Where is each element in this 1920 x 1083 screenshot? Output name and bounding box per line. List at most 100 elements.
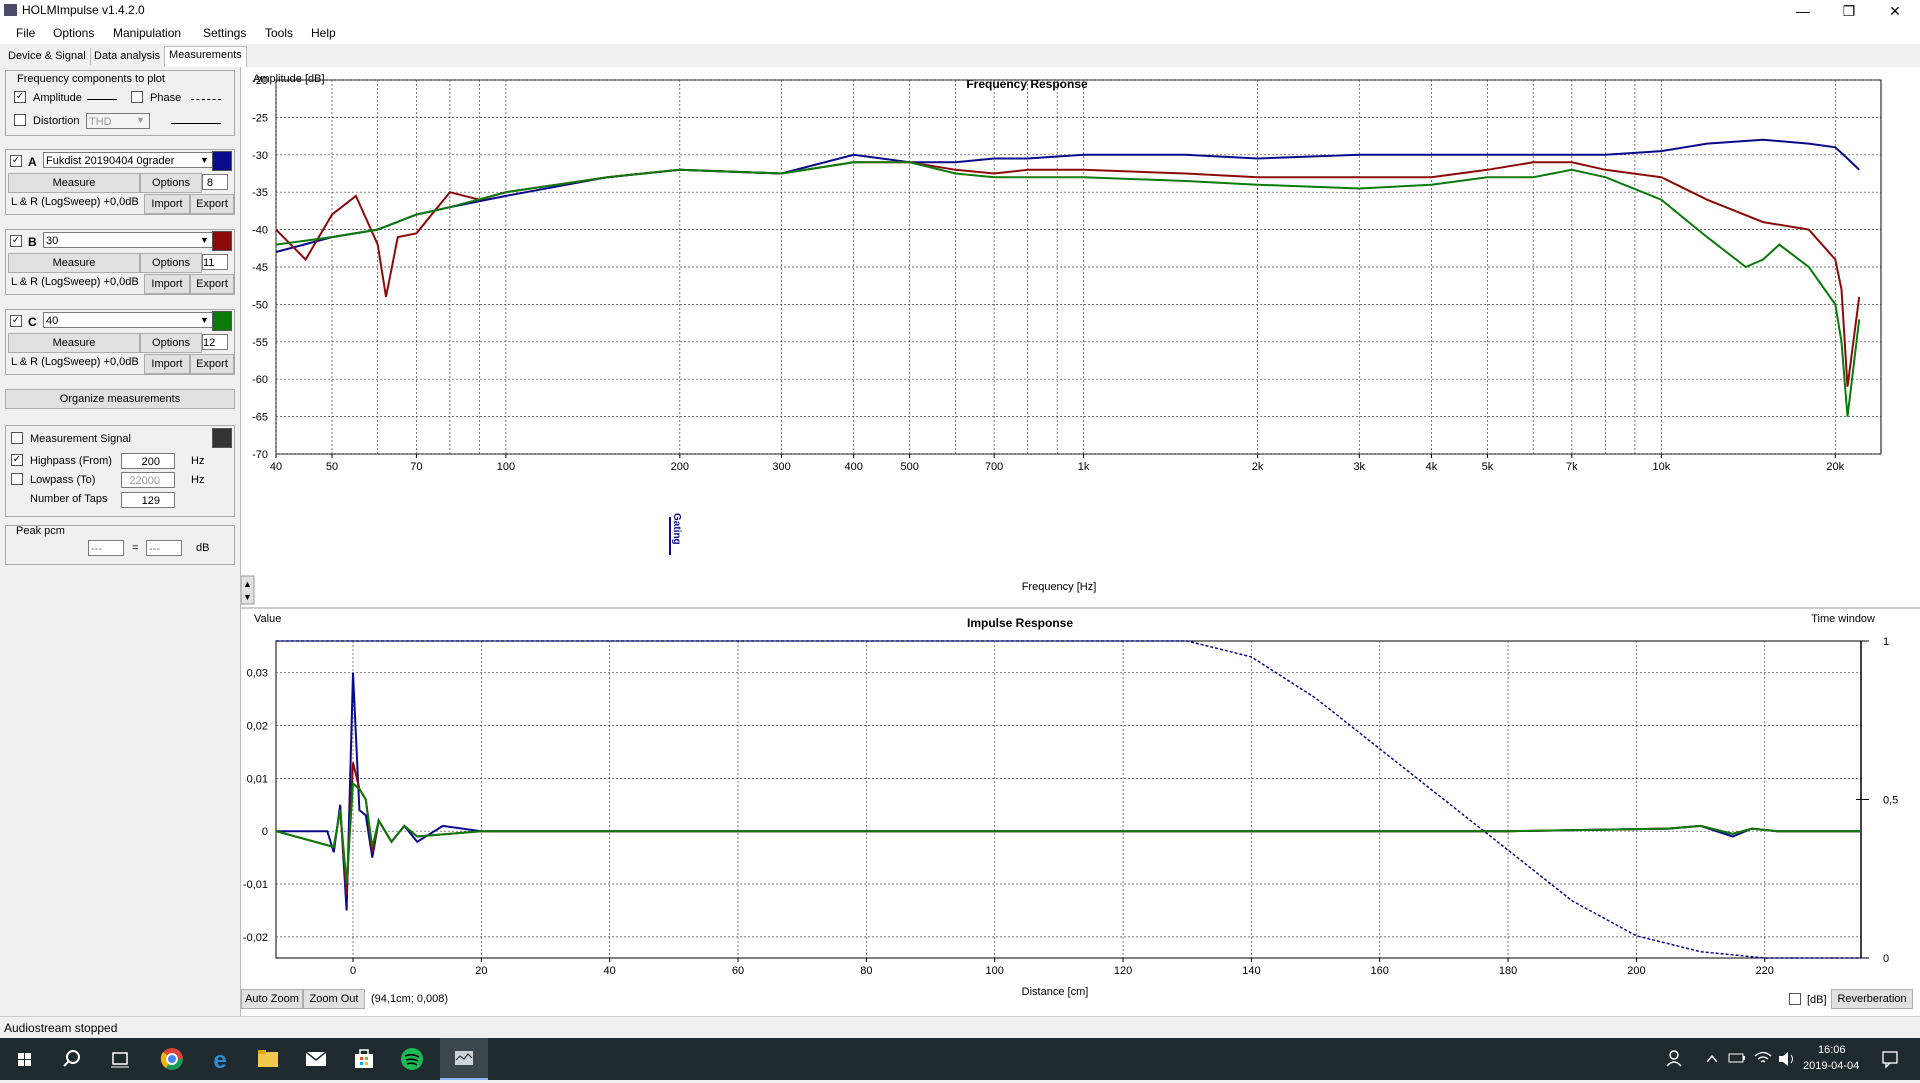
measurement-c-signal: L & R (LogSweep) +0,0dB: [11, 356, 139, 368]
store-icon[interactable]: [340, 1038, 388, 1080]
spotify-icon[interactable]: [388, 1038, 436, 1080]
minimize-button[interactable]: —: [1780, 0, 1826, 22]
menu-tools[interactable]: Tools: [265, 26, 293, 40]
chevron-up-icon[interactable]: [1702, 1038, 1722, 1080]
arrow-down-icon[interactable]: ▼: [243, 592, 252, 602]
amplitude-line-sample: [87, 99, 117, 100]
highpass-unit: Hz: [191, 455, 205, 467]
chevron-down-icon[interactable]: ▼: [200, 315, 209, 325]
arrow-up-icon[interactable]: ▲: [243, 579, 252, 589]
measurement-c-import-button[interactable]: Import: [144, 354, 190, 374]
tab-device-signal[interactable]: Device & Signal: [4, 48, 91, 65]
wifi-icon[interactable]: [1752, 1038, 1774, 1080]
freq-ytick-label: -45: [252, 262, 268, 274]
measurement-b-import-button[interactable]: Import: [144, 274, 190, 294]
peak-equals: =: [132, 542, 139, 554]
measurement-c-measure-button[interactable]: Measure: [8, 333, 140, 353]
impulse-ytick-label: 0,01: [247, 773, 268, 785]
menu-options[interactable]: Options: [53, 26, 94, 40]
measurement-c-checkbox[interactable]: ✓: [10, 315, 22, 327]
edge-icon[interactable]: e: [196, 1038, 244, 1080]
volume-icon[interactable]: [1776, 1038, 1798, 1080]
measurement-b-export-button[interactable]: Export: [190, 274, 234, 294]
freq-components-title: Frequency components to plot: [17, 73, 165, 85]
left-panel: Frequency components to plot ✓ Amplitude…: [0, 67, 241, 1027]
tab-data-analysis[interactable]: Data analysis: [90, 48, 166, 65]
measurement-c-spin[interactable]: 12: [202, 334, 228, 350]
menu-manipulation[interactable]: Manipulation: [113, 26, 181, 40]
measurement-b-options-button[interactable]: Options: [140, 253, 202, 273]
phase-line-sample: [191, 99, 221, 100]
task-view-icon[interactable]: [96, 1038, 144, 1080]
amplitude-checkbox[interactable]: ✓: [14, 91, 26, 103]
highpass-checkbox[interactable]: ✓: [11, 454, 23, 466]
maximize-button[interactable]: ❐: [1826, 0, 1872, 22]
measurement-signal-color[interactable]: [212, 428, 232, 448]
impulse-xtick-label: 20: [475, 965, 487, 977]
lowpass-input[interactable]: 22000: [121, 472, 175, 488]
chevron-down-icon[interactable]: ▼: [200, 155, 209, 165]
reverberation-button[interactable]: Reverberation: [1831, 989, 1913, 1009]
measurement-a-group: ✓ A Fukdist 20190404 0grader ▼ Measure O…: [5, 149, 235, 215]
measurement-c-options-button[interactable]: Options: [140, 333, 202, 353]
db-label: [dB]: [1807, 994, 1827, 1006]
windows-start-icon[interactable]: [0, 1038, 48, 1080]
measurement-a-color[interactable]: [212, 151, 232, 171]
measurement-a-export-button[interactable]: Export: [190, 194, 234, 214]
close-button[interactable]: ✕: [1872, 0, 1918, 22]
freq-xtick-label: 40: [270, 461, 282, 473]
impulse-y2tick-label: 0: [1883, 953, 1889, 965]
measurement-c-export-button[interactable]: Export: [190, 354, 234, 374]
chrome-icon[interactable]: [148, 1038, 196, 1080]
people-icon[interactable]: [1660, 1038, 1690, 1080]
taps-input[interactable]: 129: [121, 492, 175, 508]
lowpass-label: Lowpass (To): [30, 474, 96, 486]
zoom-out-button[interactable]: Zoom Out: [303, 989, 365, 1009]
measurement-c-color[interactable]: [212, 311, 232, 331]
measurement-a-options-button[interactable]: Options: [140, 173, 202, 193]
impulse-y2tick-label: 1: [1883, 636, 1889, 648]
file-explorer-icon[interactable]: [244, 1038, 292, 1080]
organize-measurements-button[interactable]: Organize measurements: [5, 389, 235, 409]
freq-ytick-label: -25: [252, 112, 268, 124]
measurement-a-measure-button[interactable]: Measure: [8, 173, 140, 193]
measurement-a-spin[interactable]: 8: [202, 174, 228, 190]
distortion-checkbox[interactable]: [14, 114, 26, 126]
mail-icon[interactable]: [292, 1038, 340, 1080]
chevron-down-icon[interactable]: ▼: [200, 235, 209, 245]
measurement-c-name[interactable]: 40: [43, 312, 215, 328]
auto-zoom-button[interactable]: Auto Zoom: [241, 989, 303, 1009]
freq-ytick-label: -50: [252, 299, 268, 311]
measurement-a-checkbox[interactable]: ✓: [10, 155, 22, 167]
phase-label: Phase: [150, 92, 182, 104]
measurement-c-letter: C: [28, 315, 37, 329]
gating-marker[interactable]: Gating: [669, 513, 682, 555]
menu-settings[interactable]: Settings: [203, 26, 246, 40]
phase-checkbox[interactable]: [131, 91, 143, 103]
holmimpulse-taskbar-icon[interactable]: [440, 1038, 488, 1080]
measurement-signal-checkbox[interactable]: [11, 432, 23, 444]
battery-icon[interactable]: [1726, 1038, 1748, 1080]
clock-time[interactable]: 16:06: [1818, 1044, 1846, 1056]
measurement-a-import-button[interactable]: Import: [144, 194, 190, 214]
measurement-b-spin[interactable]: 11: [202, 254, 228, 270]
impulse-series: [275, 640, 1861, 959]
lowpass-checkbox[interactable]: [11, 473, 23, 485]
menu-file[interactable]: File: [16, 26, 35, 40]
menu-help[interactable]: Help: [311, 26, 336, 40]
db-checkbox[interactable]: [1789, 993, 1801, 1005]
measurement-b-checkbox[interactable]: ✓: [10, 235, 22, 247]
splitter-arrows[interactable]: ▲ ▼: [241, 575, 255, 605]
measurement-b-measure-button[interactable]: Measure: [8, 253, 140, 273]
measurement-b-name[interactable]: 30: [43, 232, 215, 248]
measurement-b-color[interactable]: [212, 231, 232, 251]
highpass-input[interactable]: 200: [121, 453, 175, 469]
search-icon[interactable]: [48, 1038, 96, 1080]
app-icon: [4, 4, 17, 16]
measurement-a-name[interactable]: Fukdist 20190404 0grader: [43, 152, 215, 168]
freq-xtick-label: 2k: [1252, 461, 1264, 473]
highpass-label: Highpass (From): [30, 455, 112, 467]
notification-icon[interactable]: [1870, 1038, 1910, 1080]
clock-date[interactable]: 2019-04-04: [1803, 1060, 1859, 1072]
tab-measurements[interactable]: Measurements: [164, 46, 247, 67]
